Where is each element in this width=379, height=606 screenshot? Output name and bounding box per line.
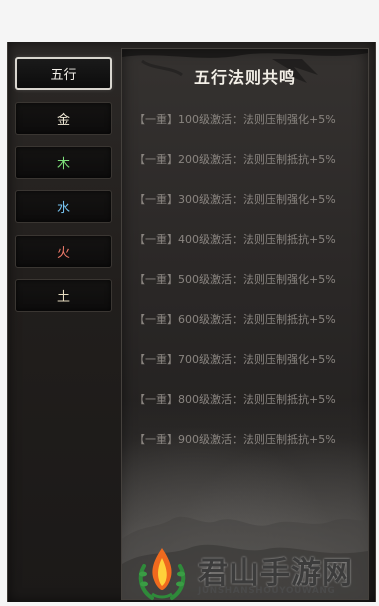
tab-earth-label: 土 [56, 290, 70, 305]
rule-line-7: 【一重】700级激活：法则压制强化+5% [134, 353, 336, 366]
tab-metal[interactable]: 金 [15, 102, 112, 135]
tab-wood[interactable]: 木 [15, 146, 112, 179]
site-watermark: 君山手游网 JUNSHANSHOUYOUWANG [134, 544, 374, 606]
rule-line-3: 【一重】300级激活：法则压制强化+5% [134, 193, 336, 206]
rule-line-5: 【一重】500级激活：法则压制强化+5% [134, 273, 336, 286]
tab-metal-label: 金 [56, 113, 70, 128]
tab-wood-label: 木 [56, 157, 70, 172]
tab-water[interactable]: 水 [15, 190, 112, 223]
rule-line-1: 【一重】100级激活：法则压制强化+5% [134, 113, 336, 126]
tab-fire[interactable]: 火 [15, 235, 112, 268]
tab-wuxing[interactable]: 五行 [15, 57, 112, 90]
panel-title: 五行法则共鸣 [193, 68, 296, 87]
screen: 五行 金 木 水 火 土 五行法则共鸣 【一重】100级激活：法则压制强化+5%… [0, 0, 379, 606]
tab-wuxing-label: 五行 [50, 68, 77, 83]
tab-fire-label: 火 [56, 246, 70, 261]
rule-line-2: 【一重】200级激活：法则压制抵抗+5% [134, 153, 336, 166]
rule-line-8: 【一重】800级激活：法则压制抵抗+5% [134, 393, 336, 406]
flame-laurel-logo-icon [138, 548, 186, 600]
rule-line-6: 【一重】600级激活：法则压制抵抗+5% [134, 313, 336, 326]
tab-water-label: 水 [56, 201, 70, 216]
tab-earth[interactable]: 土 [15, 279, 112, 312]
rule-line-4: 【一重】400级激活：法则压制抵抗+5% [134, 233, 336, 246]
rule-line-9: 【一重】900级激活：法则压制抵抗+5% [134, 433, 336, 446]
watermark-subtitle: JUNSHANSHOUYOUWANG [198, 586, 336, 596]
